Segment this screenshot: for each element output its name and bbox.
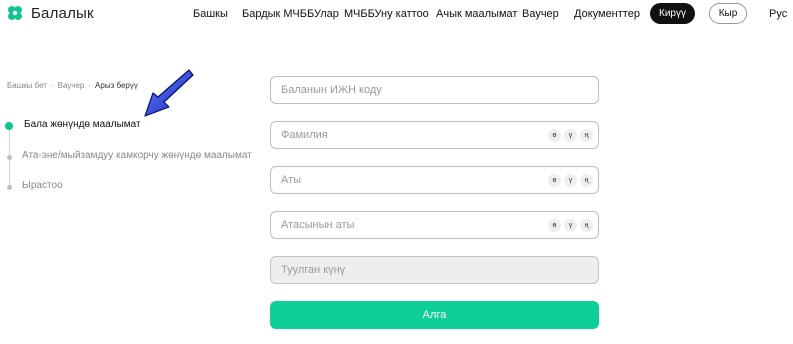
letter-u-button[interactable]: ү (564, 174, 577, 187)
logo[interactable]: Балалык (6, 4, 94, 22)
letter-u-button[interactable]: ү (564, 129, 577, 142)
step-dot (7, 185, 12, 190)
blue-arrow-icon (144, 69, 194, 117)
kyrgyz-letters-keyboard: ө ү ң (548, 219, 593, 232)
letter-o-button[interactable]: ө (548, 129, 561, 142)
header: Балалык Башкы Бардык МЧББУлар МЧББУну ка… (0, 0, 793, 30)
breadcrumb-home[interactable]: Башкы бет (7, 81, 47, 90)
login-button[interactable]: Кирүү (650, 3, 695, 24)
nav-item-home[interactable]: Башкы (193, 8, 228, 20)
child-pin-placeholder: Баланын ИЖН коду (281, 84, 382, 96)
nav-item-all-schools[interactable]: Бардык МЧББУлар (242, 8, 339, 20)
nav-item-school-registration[interactable]: МЧББУну каттоо (344, 8, 429, 20)
step-dot (7, 155, 12, 160)
clover-icon (8, 6, 22, 20)
kyrgyz-letters-keyboard: ө ү ң (548, 129, 593, 142)
nav-item-documents[interactable]: Документтер (574, 8, 640, 20)
birth-date-field: Туулган күнү (270, 256, 599, 284)
first-name-field[interactable]: Аты ө ү ң (270, 166, 599, 194)
letter-o-button[interactable]: ө (548, 174, 561, 187)
surname-field[interactable]: Фамилия ө ү ң (270, 121, 599, 149)
breadcrumb-current: Арыз берүү (95, 81, 138, 90)
breadcrumb-voucher[interactable]: Ваучер (58, 81, 85, 90)
language-kyrgyz-button[interactable]: Кыр (709, 3, 747, 24)
breadcrumb-separator: · (88, 81, 92, 90)
first-name-placeholder: Аты (281, 174, 302, 186)
step-confirmation[interactable]: Ырастоо (22, 180, 63, 191)
letter-ng-button[interactable]: ң (580, 219, 593, 232)
step-parent-info[interactable]: Ата-эне/мыйзамдуу камкорчу жөнүндө маалы… (22, 150, 252, 161)
child-pin-field[interactable]: Баланын ИЖН коду (270, 76, 599, 104)
surname-placeholder: Фамилия (281, 129, 328, 141)
letter-u-button[interactable]: ү (564, 219, 577, 232)
brand-name: Балалык (31, 4, 94, 22)
patronymic-field[interactable]: Атасынын аты ө ү ң (270, 211, 599, 239)
letter-ng-button[interactable]: ң (580, 129, 593, 142)
breadcrumb: Башкы бет · Ваучер · Арыз берүү (7, 81, 138, 90)
nav-item-voucher[interactable]: Ваучер (522, 8, 559, 20)
letter-ng-button[interactable]: ң (580, 174, 593, 187)
birth-date-placeholder: Туулган күнү (281, 264, 346, 276)
step-child-info[interactable]: Бала жөнүндө маалымат (24, 119, 141, 130)
letter-o-button[interactable]: ө (548, 219, 561, 232)
step-dot-active (5, 122, 13, 130)
breadcrumb-separator: · (50, 81, 54, 90)
kyrgyz-letters-keyboard: ө ү ң (548, 174, 593, 187)
nav-item-open-data[interactable]: Ачык маалымат (436, 8, 517, 20)
patronymic-placeholder: Атасынын аты (281, 219, 355, 231)
language-russian-link[interactable]: Рус (769, 8, 787, 20)
next-button[interactable]: Алга (270, 301, 599, 329)
